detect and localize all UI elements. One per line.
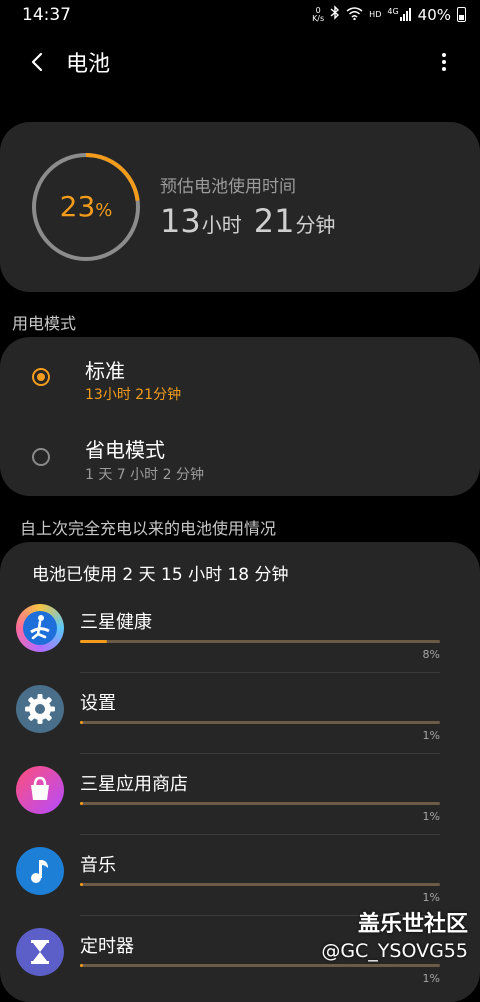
app-usage-percent: 8% [422,648,440,661]
usage-total: 电池已使用 2 天 15 小时 18 分钟 [32,565,289,585]
mode-option-standard[interactable]: 标准 13小时 21分钟 [0,337,480,415]
battery-icon [457,7,466,22]
app-name: 设置 [80,693,116,714]
usage-bar-fill [80,640,107,643]
app-name: 音乐 [80,855,116,876]
usage-bar-fill [80,883,84,886]
status-icons: 0 K/s HD 4G 40% [312,5,466,24]
battery-percent-text: 40% [417,5,451,24]
mode-name: 省电模式 [85,438,165,462]
divider [80,834,440,835]
page-title: 电池 [66,52,111,77]
back-button[interactable] [24,48,52,76]
wifi-icon [346,6,363,24]
mode-name: 标准 [85,359,125,383]
usage-bar [80,964,440,967]
galaxy-store-bag-icon [16,766,64,814]
app-usage-percent: 1% [422,891,440,904]
power-mode-section-label: 用电模式 [12,314,77,333]
mode-duration: 13小时 21分钟 [85,387,182,403]
settings-gear-icon [16,685,64,733]
app-usage-percent: 1% [422,729,440,742]
watermark-handle: @GC_YSOVG55 [321,940,468,962]
more-options-button[interactable] [432,50,456,74]
app-usage-row[interactable]: 设置 1% [0,677,480,757]
hd-label: HD [369,9,382,19]
more-vert-icon [442,53,446,71]
usage-bar-fill [80,802,84,805]
battery-percent: 23% [59,190,113,223]
divider [80,753,440,754]
app-usage-percent: 1% [422,810,440,823]
divider [80,672,440,673]
signal-icon: 4G [387,8,411,21]
radio-selected-icon[interactable] [32,368,50,386]
mode-option-power-saving[interactable]: 省电模式 1 天 7 小时 2 分钟 [0,417,480,495]
radio-unselected-icon[interactable] [32,448,50,466]
battery-summary-card: 23% 预估电池使用时间 13小时 21分钟 [0,122,480,292]
app-bar: 电池 [0,36,480,88]
app-usage-percent: 1% [422,972,440,985]
usage-bar-fill [80,964,84,967]
bluetooth-icon [330,5,340,24]
usage-bar-fill [80,721,84,724]
chevron-left-icon [31,52,43,72]
watermark-title: 盖乐世社区 [357,912,468,937]
estimate-label: 预估电池使用时间 [160,177,296,197]
app-name: 三星健康 [80,612,152,633]
usage-bar [80,802,440,805]
music-note-icon [16,847,64,895]
app-usage-row[interactable]: 三星应用商店 1% [0,758,480,838]
app-name: 三星应用商店 [80,774,188,795]
mode-duration: 1 天 7 小时 2 分钟 [85,467,204,483]
status-bar: 14:37 0 K/s HD 4G 40% [0,0,480,30]
hourglass-icon [16,928,64,976]
usage-bar [80,883,440,886]
estimate-time: 13小时 21分钟 [160,202,336,240]
usage-bar [80,721,440,724]
usage-bar [80,640,440,643]
app-usage-row[interactable]: 三星健康 8% [0,596,480,676]
app-name: 定时器 [80,936,134,957]
status-time: 14:37 [22,5,71,25]
net-speed-indicator: 0 K/s [312,5,325,23]
usage-section-label: 自上次完全充电以来的电池使用情况 [20,519,277,538]
power-mode-card: 标准 13小时 21分钟 省电模式 1 天 7 小时 2 分钟 [0,337,480,496]
samsung-health-icon [16,604,64,652]
